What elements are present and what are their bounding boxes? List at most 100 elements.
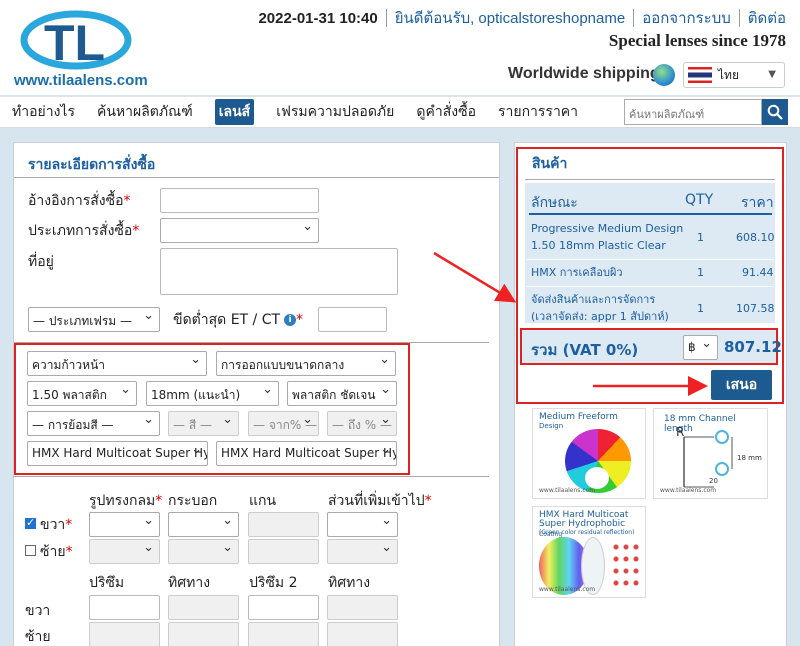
- cart-col-price: ราคา: [741, 195, 774, 211]
- submit-button[interactable]: เสนอ: [711, 370, 772, 400]
- left-direction-input[interactable]: [168, 622, 239, 646]
- coating-select-2[interactable]: HMX Hard Multicoat Super Hyd: [216, 441, 397, 466]
- right-axis-input[interactable]: [248, 512, 319, 537]
- divider: [527, 259, 773, 260]
- right-direction-input[interactable]: [168, 595, 239, 620]
- datetime: 2022-01-31 10:40: [258, 9, 378, 27]
- cart-row-2-desc: HMX การเคลือบผิว: [531, 266, 623, 279]
- freeform-design-image[interactable]: Medium Freeform Design www.tilaalens.com: [532, 408, 646, 499]
- order-type-select[interactable]: [160, 218, 319, 243]
- cart-row-3-price: 107.58: [736, 302, 775, 315]
- left-addition-select[interactable]: [327, 539, 398, 564]
- order-type-label: ประเภทการสั่งซื้อ*: [28, 223, 140, 239]
- cart-row-3-qty: 1: [697, 302, 704, 315]
- divider: [14, 177, 499, 178]
- globe-icon: [653, 64, 675, 86]
- tint-select[interactable]: — การย้อมสี —: [27, 411, 160, 436]
- lens-material-select[interactable]: 1.50 พลาสติก: [27, 381, 137, 406]
- top-bar: 2022-01-31 10:40 ยินดีต้อนรับ, opticalst…: [258, 8, 786, 28]
- nav-price-list[interactable]: รายการราคา: [498, 101, 578, 123]
- divider: [525, 179, 775, 180]
- cart-row-1-price: 608.10: [736, 231, 775, 244]
- rx-col-sphere: รูปทรงกลม*: [89, 493, 163, 509]
- svg-text:TL: TL: [44, 15, 105, 71]
- rx-col-direction: ทิศทาง: [168, 575, 211, 591]
- address-label: ที่อยู่: [28, 254, 54, 270]
- lens-finish-select[interactable]: พลาสติก ชัดเจน: [287, 381, 397, 406]
- nav-view-orders[interactable]: ดูคำสั่งซื้อ: [416, 101, 476, 123]
- right-prism-label: ขวา: [25, 603, 51, 619]
- min-thickness-label: ขีดต่ำสุด ET / CT i *: [173, 312, 304, 328]
- frame-type-select[interactable]: — ประเภทเฟรม —: [28, 307, 160, 332]
- lens-design-select[interactable]: การออกแบบขนาดกลาง: [216, 351, 396, 376]
- lens-progress-select[interactable]: ความก้าวหน้า: [27, 351, 207, 376]
- worldwide-shipping: Worldwide shipping: [508, 65, 660, 82]
- nav-safety-frames[interactable]: เฟรมความปลอดภัย: [276, 101, 394, 123]
- language-value: ไทย: [718, 67, 739, 82]
- min-thickness-input[interactable]: [318, 307, 387, 332]
- cart-title: สินค้า: [532, 156, 568, 172]
- cart-row-2-price: 91.44: [742, 266, 774, 279]
- divider: [13, 476, 489, 477]
- divider: [529, 213, 772, 215]
- nav-search-products[interactable]: ค้นหาผลิตภัณฑ์: [97, 101, 193, 123]
- left-eye-label: ซ้าย*: [40, 544, 73, 560]
- left-sphere-select[interactable]: [89, 539, 160, 564]
- channel-length-image[interactable]: 18 mm Channel length R 18 mm 20 www.tila…: [653, 408, 768, 499]
- logout-link[interactable]: ออกจากระบบ: [642, 6, 731, 30]
- hmx-coating-image[interactable]: HMX Hard Multicoat Super Hydrophobic Coa…: [532, 506, 646, 598]
- left-prism-label: ซ้าย: [25, 629, 51, 645]
- left-prism2-input[interactable]: [248, 622, 319, 646]
- order-reference-input[interactable]: [160, 188, 319, 213]
- cart-row-1-desc: Progressive Medium Design 1.50 18mm Plast…: [531, 222, 684, 252]
- address-textarea[interactable]: [160, 248, 398, 295]
- right-prism2-input[interactable]: [248, 595, 319, 620]
- order-reference-label: อ้างอิงการสั่งซื้อ*: [28, 193, 131, 209]
- cart-row-2-qty: 1: [697, 266, 704, 279]
- tint-from-select[interactable]: — จาก% —: [248, 411, 319, 436]
- info-icon[interactable]: i: [284, 314, 297, 326]
- nav-how-to[interactable]: ทำอย่างไร: [12, 101, 75, 123]
- nav-lenses[interactable]: เลนส์: [214, 99, 255, 125]
- thai-flag-icon: [688, 67, 712, 83]
- divider: [527, 286, 773, 287]
- cart-row-1-qty: 1: [697, 231, 704, 244]
- right-prism-input[interactable]: [89, 595, 160, 620]
- tint-to-select[interactable]: — ถึง % —: [327, 411, 397, 436]
- freeform-map-graphic: [565, 429, 631, 493]
- rx-col-axis: แกน: [249, 493, 277, 509]
- right-addition-select[interactable]: [327, 512, 398, 537]
- welcome-link[interactable]: ยินดีต้อนรับ, opticalstoreshopname: [395, 6, 625, 30]
- header: TL www.tilaalens.com 2022-01-31 10:40 ยิ…: [0, 0, 800, 95]
- channel-length-select[interactable]: 18mm (แนะนำ): [146, 381, 279, 406]
- left-cylinder-select[interactable]: [168, 539, 239, 564]
- tagline: Special lenses since 1978: [608, 31, 786, 50]
- rx-col-direction2: ทิศทาง: [328, 575, 371, 591]
- language-select[interactable]: ไทย ▼: [683, 62, 785, 88]
- order-details-title: รายละเอียดการสั่งซื้อ: [28, 157, 156, 173]
- right-direction2-input[interactable]: [327, 595, 398, 620]
- currency-select[interactable]: ฿: [683, 335, 718, 360]
- tint-color-select[interactable]: — สี —: [168, 411, 239, 436]
- left-axis-input[interactable]: [248, 539, 319, 564]
- rx-col-addition: ส่วนที่เพิ่มเข้าไป*: [328, 493, 432, 509]
- right-cylinder-select[interactable]: [168, 512, 239, 537]
- right-eye-label: ขวา*: [40, 517, 73, 533]
- contact-link[interactable]: ติดต่อ: [748, 6, 786, 30]
- rx-col-prism2: ปริซึม 2: [249, 575, 298, 591]
- right-sphere-select[interactable]: [89, 512, 160, 537]
- left-direction2-input[interactable]: [327, 622, 398, 646]
- search-icon: [767, 104, 783, 120]
- left-eye-checkbox[interactable]: [25, 545, 36, 556]
- search-input[interactable]: ค้นหาผลิตภัณฑ์: [624, 99, 762, 125]
- left-prism-input[interactable]: [89, 622, 160, 646]
- cart-col-feature: ลักษณะ: [531, 195, 578, 211]
- rx-col-prism: ปริซึม: [89, 575, 125, 591]
- logo-url: www.tilaalens.com: [14, 72, 148, 89]
- coating-legend-graphic: [611, 541, 641, 587]
- coating-select-1[interactable]: HMX Hard Multicoat Super Hyd: [27, 441, 208, 466]
- search-button[interactable]: [762, 99, 788, 125]
- right-eye-checkbox[interactable]: [25, 516, 36, 529]
- cart-col-qty: QTY: [685, 192, 714, 208]
- chevron-down-icon: ▼: [768, 69, 776, 80]
